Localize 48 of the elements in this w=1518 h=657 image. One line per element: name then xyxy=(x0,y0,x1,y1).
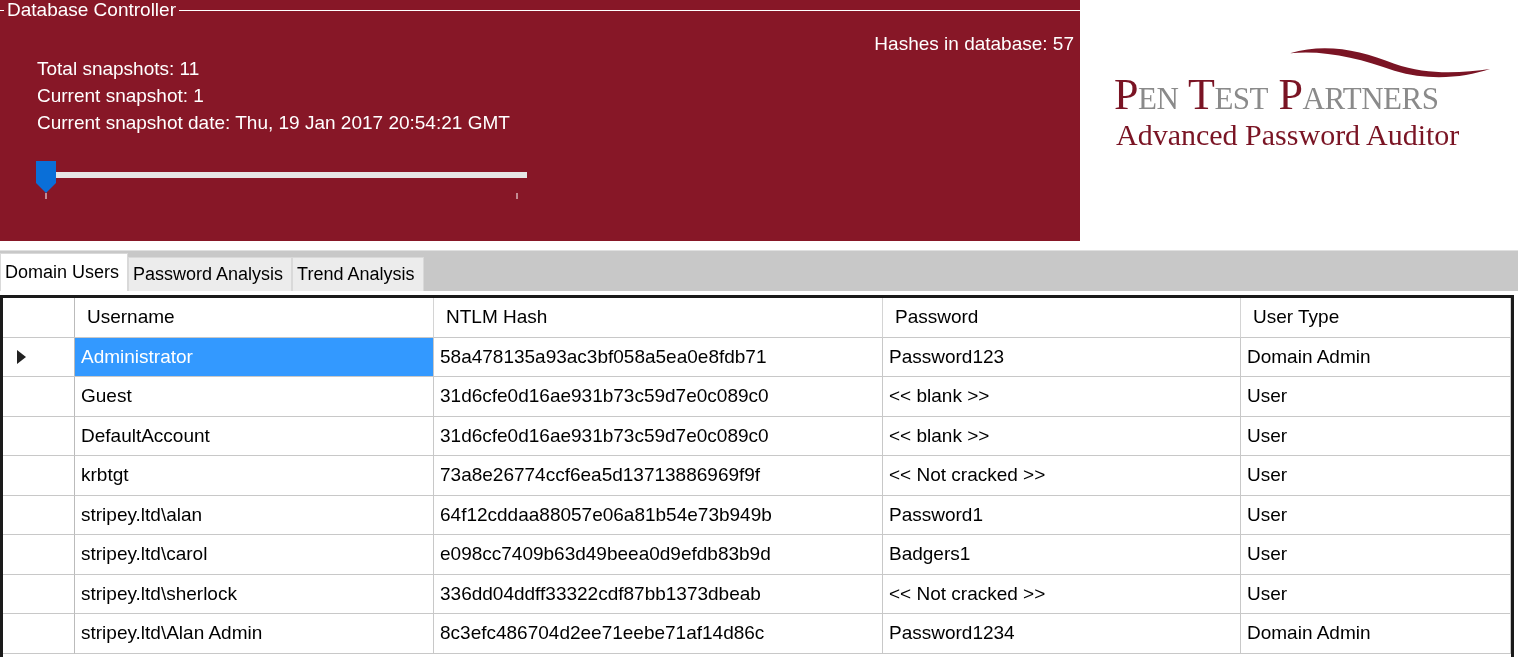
table-cell: Administrator xyxy=(75,337,434,377)
column-header[interactable]: User Type xyxy=(1241,298,1511,338)
table-cell: << Not cracked >> xyxy=(883,456,1241,496)
table-cell: User xyxy=(1241,495,1511,535)
table-cell: << blank >> xyxy=(883,377,1241,417)
table-cell: User xyxy=(1241,416,1511,456)
table-cell: stripey.ltd\carol xyxy=(75,535,434,575)
table-cell: Domain Admin xyxy=(1241,614,1511,654)
table-cell: 31d6cfe0d16ae931b73c59d7e0c089c0 xyxy=(434,377,883,417)
table-cell: User xyxy=(1241,574,1511,614)
table-cell: 8c3efc486704d2ee71eebe71af14d86c xyxy=(434,614,883,654)
table-cell: 73a8e26774ccf6ea5d13713886969f9f xyxy=(434,456,883,496)
tab[interactable]: Trend Analysis xyxy=(292,257,424,291)
table-cell: 58a478135a93ac3bf058a5ea0e8fdb71 xyxy=(434,337,883,377)
table-cell: 336dd04ddff33322cdf87bb1373dbeab xyxy=(434,574,883,614)
table-cell: User xyxy=(1241,377,1511,417)
table-cell: Guest xyxy=(75,377,434,417)
table-cell: 64f12cddaa88057e06a81b54e73b949b xyxy=(434,495,883,535)
table-cell: Password123 xyxy=(883,337,1241,377)
snapshot-slider[interactable] xyxy=(36,161,527,193)
table-cell: stripey.ltd\Alan Admin xyxy=(75,614,434,654)
column-header[interactable]: NTLM Hash xyxy=(434,298,883,338)
table-cell: DefaultAccount xyxy=(75,416,434,456)
product-name: Advanced Password Auditor xyxy=(1116,118,1460,152)
table-cell: stripey.ltd\sherlock xyxy=(75,574,434,614)
table-cell: User xyxy=(1241,535,1511,575)
table-cell: Domain Admin xyxy=(1241,337,1511,377)
column-header[interactable]: Password xyxy=(883,298,1241,338)
column-header[interactable]: Username xyxy=(75,298,434,338)
table-cell: User xyxy=(1241,456,1511,496)
snapshot-info: Current snapshot: 1 xyxy=(37,84,204,108)
table-cell: stripey.ltd\alan xyxy=(75,495,434,535)
slider-thumb[interactable] xyxy=(36,161,56,193)
company-logo: Pen Test Partners xyxy=(1114,72,1439,118)
table-cell: e098cc7409b63d49beea0d9efdb83b9d xyxy=(434,535,883,575)
snapshot-info: Current snapshot date: Thu, 19 Jan 2017 20:54:21 GMT xyxy=(37,111,510,135)
tab[interactable]: Domain Users xyxy=(0,253,129,291)
table-cell: Badgers1 xyxy=(883,535,1241,575)
snapshot-info: Total snapshots: 11 xyxy=(37,57,200,81)
table-cell: << blank >> xyxy=(883,416,1241,456)
table-cell: 31d6cfe0d16ae931b73c59d7e0c089c0 xyxy=(434,416,883,456)
table-cell: Password1 xyxy=(883,495,1241,535)
table-cell: krbtgt xyxy=(75,456,434,496)
table-cell: Password1234 xyxy=(883,614,1241,654)
current-row-icon xyxy=(17,349,26,364)
table-cell: << Not cracked >> xyxy=(883,574,1241,614)
hash-count: Hashes in database: 57 xyxy=(874,33,1074,55)
tab[interactable]: Password Analysis xyxy=(128,257,293,291)
